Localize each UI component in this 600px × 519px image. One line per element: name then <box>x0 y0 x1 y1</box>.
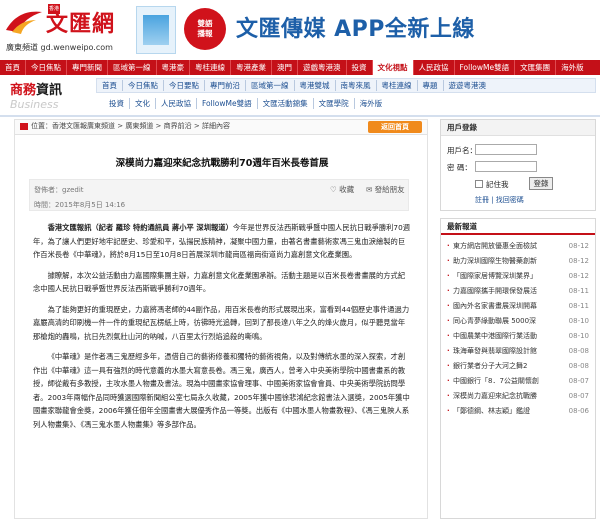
section-subnav-secondary: 投資 文化 人民政協 FollowMe雙語 文匯活動錦集 文匯學院 海外版 <box>96 96 596 111</box>
nav-item[interactable]: 今日焦點 <box>26 60 67 75</box>
nav-item[interactable]: FollowMe雙語 <box>455 60 516 75</box>
list-item[interactable]: 珠海華發與翡翠國際設計館08-08 <box>447 344 591 359</box>
section-subtitle: Business <box>10 98 59 111</box>
subnav-item[interactable]: 遊遊粵港澳 <box>444 80 492 91</box>
article-panel: 深模尚力嘉迎來紀念抗戰勝利70週年百米長卷首展 發佈者：gzedit 時間：20… <box>14 135 428 519</box>
password-label: 密 碼： <box>447 163 472 172</box>
latest-news-panel: 最新報道 東方網店開放優惠全面檢試08-12 助力深圳國際生物醫藥創新08-12… <box>440 218 596 519</box>
password-input[interactable] <box>475 161 537 172</box>
subnav-item[interactable]: 區域第一線 <box>246 80 295 91</box>
list-item[interactable]: 「鄭德鋼、林志穎」鑑證08-06 <box>447 404 591 419</box>
phone-icon <box>136 6 176 54</box>
login-title: 用戶登錄 <box>441 120 595 136</box>
list-item[interactable]: 銀行業者分子大河之舞208-08 <box>447 359 591 374</box>
login-panel: 用戶登錄 用戶名： 密 碼： 記住我 登錄 註冊 | 找回密碼 <box>440 119 596 211</box>
nav-item[interactable]: 首頁 <box>0 60 26 75</box>
home-icon <box>20 122 28 130</box>
latest-news-list: 東方網店開放優惠全面檢試08-12 助力深圳國際生物醫藥創新08-12 「國際家… <box>441 235 595 419</box>
remember-label: 記住我 <box>486 180 509 189</box>
subnav-item[interactable]: 文匯活動錦集 <box>258 98 314 109</box>
article-body: 香港文匯報訊（記者 羅珍 特約通訊員 蔣小平 深圳報道）今年是世界反法西斯戰爭暨… <box>33 221 411 438</box>
subnav-item[interactable]: 海外版 <box>355 98 388 109</box>
nav-item[interactable]: 遊戲粵港澳 <box>298 60 347 75</box>
subnav-item[interactable]: FollowMe雙語 <box>197 98 258 109</box>
subnav-item[interactable]: 文化 <box>130 98 156 109</box>
nav-item[interactable]: 粵港產業 <box>231 60 272 75</box>
nav-item[interactable]: 澳門 <box>272 60 298 75</box>
subnav-item[interactable]: 南粵來風 <box>336 80 377 91</box>
remember-checkbox[interactable] <box>475 180 483 188</box>
section-header: 商務資訊 Business 首頁 今日焦點 今日要點 專門前沿 區域第一線 粵港… <box>0 76 600 116</box>
logo-subtitle: 廣東頻道 gd.wenweipo.com <box>6 43 113 52</box>
list-item[interactable]: 深模尚力嘉迎來紀念抗戰勝08-07 <box>447 389 591 404</box>
subnav-item[interactable]: 文匯學院 <box>314 98 355 109</box>
section-logo: 商務資訊 Business <box>4 78 92 114</box>
article-time: 時間：2015年8月5日 14:16 <box>34 201 126 209</box>
subnav-item[interactable]: 專門前沿 <box>205 80 246 91</box>
nav-item-active[interactable]: 文化視點 <box>372 60 414 75</box>
breadcrumb: 位置：香港文匯報廣東頻道 > 廣東頻道 > 商界前沿 > 詳細內容 <box>20 121 424 135</box>
subnav-item[interactable]: 投資 <box>104 98 130 109</box>
banner-headline: 文匯傳媒 APP全新上線 <box>236 17 475 42</box>
site-logo[interactable]: 香港 文匯網 廣東頻道 gd.wenweipo.com <box>4 4 122 56</box>
list-item[interactable]: 國內外名家書畫展深圳開幕08-11 <box>447 299 591 314</box>
username-input[interactable] <box>475 144 537 155</box>
logo-brand-text: 文匯網 <box>46 11 116 37</box>
section-title: 商務資訊 <box>10 83 63 98</box>
article-meta: 發佈者：gzedit 時間：2015年8月5日 14:16 ♡ 收藏 ✉ 發給朋… <box>29 179 409 211</box>
nav-item[interactable]: 粵港豪 <box>157 60 190 75</box>
latest-news-title: 最新報道 <box>441 219 595 235</box>
article-paragraph: 《中華魂》是作者馮三鬼歷經多年，憑借自己的藝術修養和獨特的藝術視角，以及對傳統水… <box>33 352 410 429</box>
username-label: 用戶名： <box>447 146 477 155</box>
subnav-item[interactable]: 粵港雙城 <box>295 80 336 91</box>
article-title: 深模尚力嘉迎來紀念抗戰勝利70週年百米長卷首展 <box>115 158 329 169</box>
subnav-item[interactable]: 人民政協 <box>156 98 197 109</box>
subnav-item[interactable]: 今日焦點 <box>123 80 164 91</box>
nav-item[interactable]: 投資 <box>347 60 373 75</box>
list-item[interactable]: 「國際家居博覽深圳業界」08-12 <box>447 269 591 284</box>
list-item[interactable]: 同心青夢綠動聯展 5000深08-10 <box>447 314 591 329</box>
article-paragraph: 香港文匯報訊（記者 羅珍 特約通訊員 蔣小平 深圳報道）今年是世界反法西斯戰爭暨… <box>33 223 411 259</box>
list-item[interactable]: 東方網店開放優惠全面檢試08-12 <box>447 239 591 254</box>
share-button[interactable]: ✉ 發給朋友 <box>366 184 405 195</box>
list-item[interactable]: 中國銀行「8．7公益關懷創08-07 <box>447 374 591 389</box>
app-promo-banner[interactable]: 雙語 播報 文匯傳媒 APP全新上線 <box>132 4 596 56</box>
subnav-item[interactable]: 專題 <box>418 80 444 91</box>
header-divider <box>0 115 600 117</box>
nav-item[interactable]: 粵桂連線 <box>190 60 231 75</box>
subnav-item[interactable]: 粵桂連線 <box>377 80 418 91</box>
site-header: 香港 文匯網 廣東頻道 gd.wenweipo.com 雙語 播報 文匯傳媒 A… <box>0 0 600 60</box>
subnav-item[interactable]: 今日要點 <box>164 80 205 91</box>
list-item[interactable]: 力嘉國際攜手開環保發展活08-11 <box>447 284 591 299</box>
nav-item[interactable]: 文匯集團 <box>515 60 557 75</box>
nav-item[interactable]: 人民政協 <box>414 60 455 75</box>
section-subnav: 首頁 今日焦點 今日要點 專門前沿 區域第一線 粵港雙城 南粵來風 粵桂連線 專… <box>96 78 596 93</box>
nav-item[interactable]: 區域第一線 <box>108 60 157 75</box>
favorite-button[interactable]: ♡ 收藏 <box>330 184 354 195</box>
nav-item[interactable]: 海外版 <box>556 60 589 75</box>
article-paragraph: 據瞭解，本次公益活動由力嘉國際集團主辦，力嘉創意文化產業園承辦。活動主題是以百米… <box>33 270 406 294</box>
flame-logo-icon <box>6 11 42 34</box>
list-item[interactable]: 中國農業中港國際行業活動08-10 <box>447 329 591 344</box>
list-item[interactable]: 助力深圳國際生物醫藥創新08-12 <box>447 254 591 269</box>
nav-item[interactable]: 專門新聞 <box>67 60 108 75</box>
register-links[interactable]: 註冊 | 找回密碼 <box>475 195 524 205</box>
article-paragraph: 為了能夠更好的重現歷史，力嘉將馮老師的44副作品，用百米長卷的形式展現出來，富看… <box>33 304 410 341</box>
subnav-item[interactable]: 首頁 <box>97 80 123 91</box>
bilingual-badge: 雙語 播報 <box>184 8 226 50</box>
login-button[interactable]: 登錄 <box>529 177 553 190</box>
main-nav: 首頁 今日焦點 專門新聞 區域第一線 粵港豪 粵桂連線 粵港產業 澳門 遊戲粵港… <box>0 60 600 75</box>
article-author: 發佈者：gzedit <box>34 186 84 194</box>
back-home-button[interactable]: 返回首頁 <box>368 121 422 133</box>
